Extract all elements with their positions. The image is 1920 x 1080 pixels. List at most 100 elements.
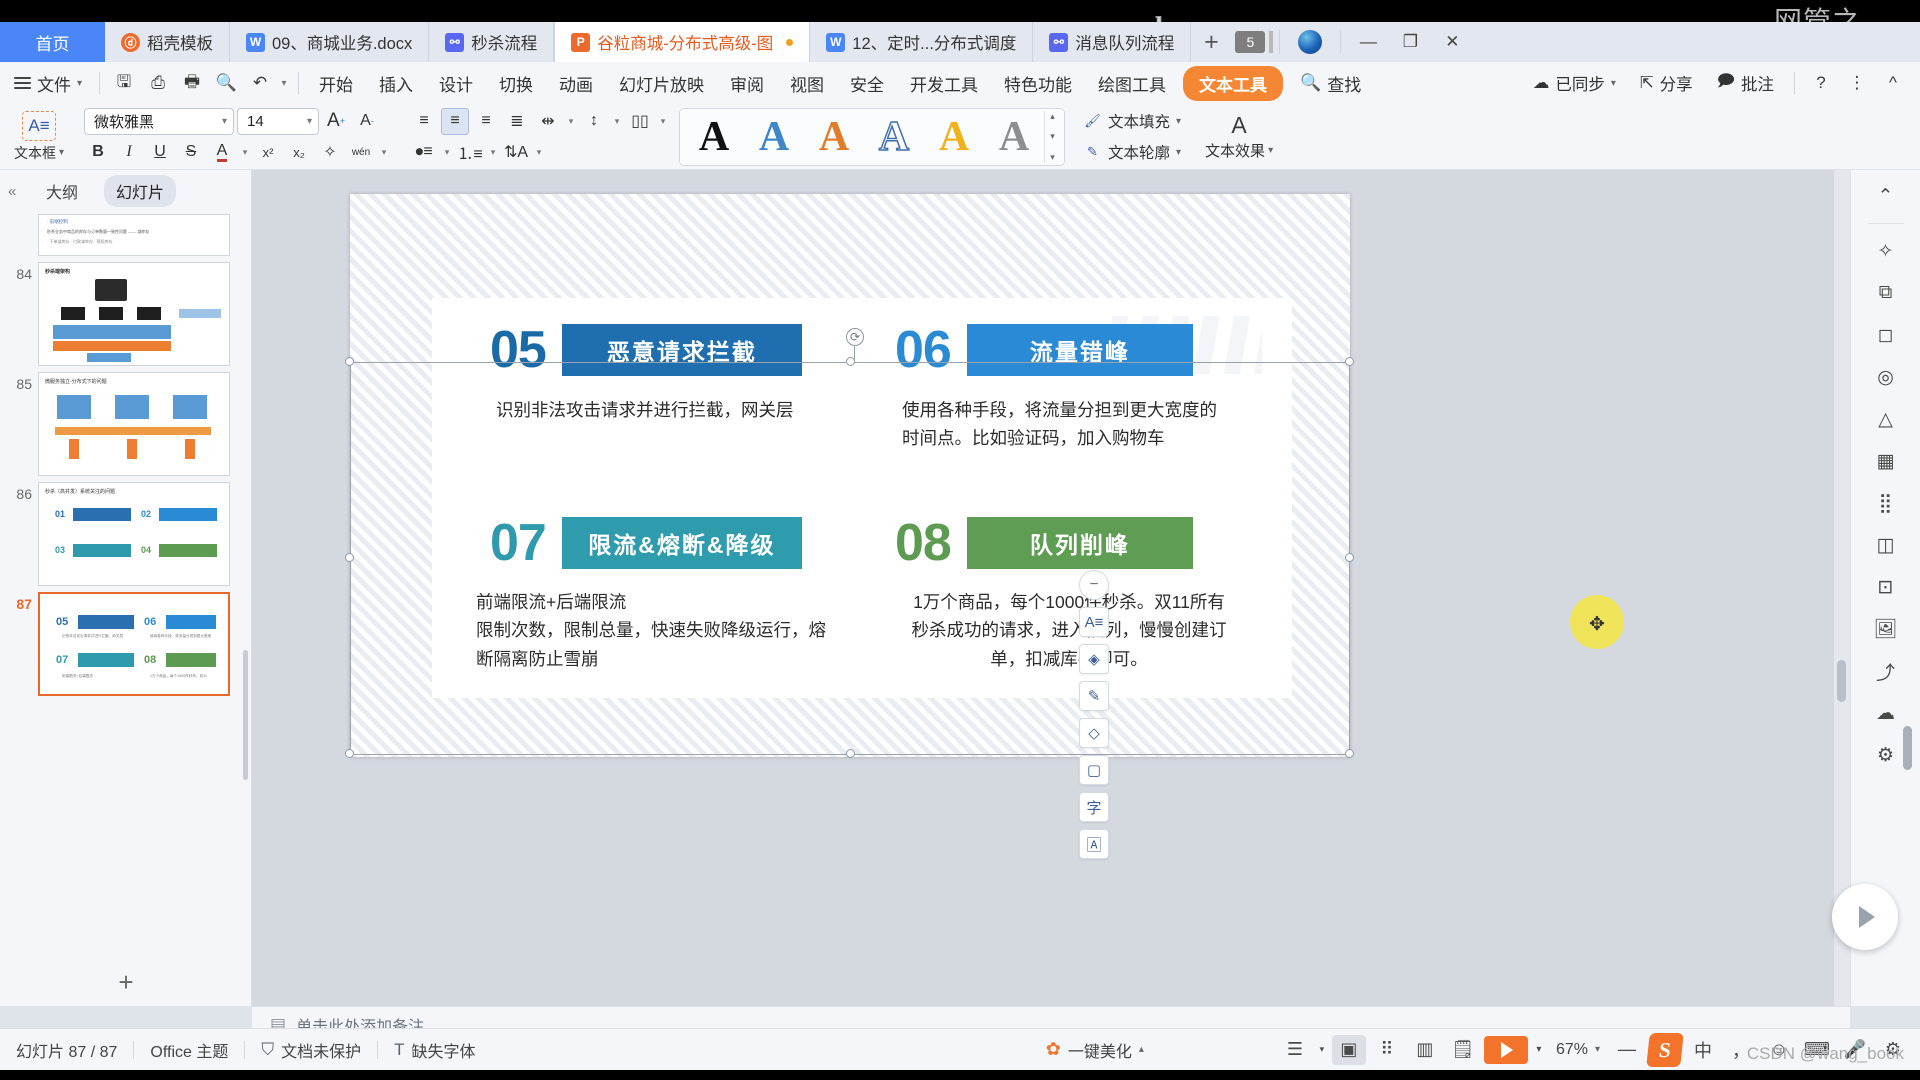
text-layout-icon[interactable]: A≡ (1079, 607, 1109, 637)
new-tab-button[interactable]: + (1191, 22, 1231, 62)
notes-view-icon[interactable]: 🗒 (1446, 1035, 1480, 1065)
gallery-expand-icon[interactable]: ▾ (1050, 152, 1055, 163)
bullet-list-dropdown[interactable]: ▾ (441, 139, 453, 166)
minimize-button[interactable]: — (1347, 22, 1389, 62)
cloud-sync-button[interactable]: ☁ 已同步 ▾ (1522, 66, 1627, 100)
settings-icon[interactable]: ⚙ (1864, 735, 1908, 775)
find-replace-icon[interactable]: 🔍 (209, 66, 243, 100)
block-08[interactable]: 08 队列削峰 (895, 513, 1193, 573)
media-icon[interactable]: ⊡ (1864, 567, 1908, 607)
distribute-icon[interactable]: ⇹ (534, 108, 562, 135)
thumbnail-preview[interactable]: · 前端控制 秒杀业务中商品的库存与订单数量一致性问题 —— 减库存 · 下单减… (38, 214, 230, 256)
menu-item-animation[interactable]: 动画 (546, 66, 606, 101)
thumbnail-preview[interactable]: 微服务独立-分布式下的问题 (38, 372, 230, 476)
block-title-bar[interactable]: 流量错峰 (967, 324, 1193, 376)
comment-button[interactable]: 🗩 批注 (1706, 64, 1785, 102)
avatar[interactable] (1298, 30, 1322, 54)
menu-item-drawing-tools[interactable]: 绘图工具 (1085, 66, 1179, 101)
sogou-ime-icon[interactable]: S (1646, 1033, 1684, 1067)
text-outline-button[interactable]: ✎ 文本轮廓 ▾ (1077, 139, 1187, 165)
decrease-font-size-button[interactable]: A- (353, 108, 381, 135)
block-title-bar[interactable]: 恶意请求拦截 (562, 324, 802, 376)
slide-sorter-icon[interactable]: ⠿ (1370, 1035, 1404, 1065)
menu-item-security[interactable]: 安全 (837, 66, 897, 101)
picture-frame-icon[interactable]: ⧉ (1864, 273, 1908, 313)
save-icon[interactable]: 🖫 (107, 66, 141, 100)
brush-icon[interactable]: ✎ (1079, 681, 1109, 711)
slide-editing-workspace[interactable]: 05 恶意请求拦截 识别非法攻击请求并进行拦截，网关层 06 流量错峰 使用各种… (252, 170, 1850, 1006)
bold-button[interactable]: B (84, 139, 112, 166)
block-title-bar[interactable]: 队列削峰 (967, 517, 1193, 569)
scroll-up-icon[interactable]: ▴ (1050, 111, 1055, 122)
tab-guli-mall-ppt[interactable]: P 谷粒商城-分布式高级-图 (554, 22, 810, 62)
wordart-style-5[interactable]: A (924, 110, 984, 164)
underline-button[interactable]: U (146, 139, 174, 166)
block-08-body[interactable]: 1万个商品，每个1000件秒杀。双11所有秒杀成功的请求，进入队列，慢慢创建订单… (910, 588, 1228, 673)
strikethrough-button[interactable]: S (177, 139, 205, 166)
line-spacing-icon[interactable]: ↕ (580, 108, 608, 135)
view-options-dropdown[interactable]: ▾ (1316, 1035, 1328, 1065)
undo-dropdown-icon[interactable]: ▾ (277, 66, 291, 100)
more-options-button[interactable]: ⋮ (1840, 66, 1874, 100)
numbered-list-dropdown[interactable]: ▾ (487, 139, 499, 166)
tab-home[interactable]: 首页 (0, 22, 105, 62)
slide-content-card[interactable]: 05 恶意请求拦截 识别非法攻击请求并进行拦截，网关层 06 流量错峰 使用各种… (432, 298, 1292, 698)
text-effects-button[interactable]: A 文本效果 ▾ (1205, 112, 1273, 161)
block-07-body[interactable]: 前端限流+后端限流 限制次数，限制总量，快速失败降级运行，熔断隔离防止雪崩 (476, 588, 836, 673)
share-export-icon[interactable]: ⤴ (1864, 651, 1908, 691)
tab-docer-template[interactable]: ⓓ 稻壳模板 (105, 22, 230, 62)
add-slide-button[interactable]: + (0, 967, 252, 998)
thumbnail-scrollbar[interactable] (243, 650, 248, 780)
wordart-style-1[interactable]: A (684, 110, 744, 164)
text-direction-icon[interactable]: ⇅A (502, 139, 530, 166)
document-protection-status[interactable]: ⛉ 文档未保护 (245, 1038, 377, 1062)
floating-object-toolbar[interactable]: − A≡ ◈ ✎ ◇ ▢ 字 🄰 (1079, 570, 1109, 859)
wordart-style-2[interactable]: A (744, 110, 804, 164)
clear-format-icon[interactable]: ✧ (316, 139, 344, 166)
menu-item-insert[interactable]: 插入 (366, 66, 426, 101)
undo-icon[interactable]: ↶ (243, 66, 277, 100)
zoom-out-button[interactable]: — (1610, 1035, 1644, 1065)
chart-bar-icon[interactable]: ◫ (1864, 525, 1908, 565)
block-title-bar[interactable]: 限流&熔断&降级 (562, 517, 802, 569)
tab-outline[interactable]: 大纲 (34, 175, 90, 207)
superscript-button[interactable]: x² (254, 139, 282, 166)
restore-button[interactable]: ❐ (1389, 22, 1431, 62)
font-color-dropdown[interactable]: ▾ (239, 139, 251, 166)
start-slideshow-button[interactable] (1484, 1036, 1528, 1064)
thumbnail-preview-selected[interactable]: 05 06 07 08 识别非法攻击请求并进行拦截，网关层 使用各种手段，将流量… (38, 592, 230, 696)
word-art-icon[interactable]: 字 (1079, 792, 1109, 822)
bullet-list-icon[interactable]: ⦁≡ (410, 139, 438, 166)
collapse-up-icon[interactable]: ⌃ (1864, 176, 1908, 216)
subscript-button[interactable]: x₂ (285, 139, 313, 166)
wordart-style-3[interactable]: A (804, 110, 864, 164)
tab-shangcheng-docx[interactable]: W 09、商城业务.docx (230, 22, 429, 62)
wordart-style-4[interactable]: A (864, 110, 924, 164)
reading-view-icon[interactable]: ▥ (1408, 1035, 1442, 1065)
list-item[interactable]: 84 秒杀端架构 (0, 256, 251, 366)
menu-item-start[interactable]: 开始 (306, 66, 366, 101)
numbered-list-icon[interactable]: ⒈≡ (456, 139, 484, 166)
tab-slides[interactable]: 幻灯片 (104, 175, 176, 207)
cloud-icon[interactable]: ☁ (1864, 693, 1908, 733)
help-button[interactable]: ? (1804, 66, 1838, 100)
tab-count-badge[interactable]: 5 (1235, 31, 1265, 53)
increase-font-size-button[interactable]: A+ (322, 108, 350, 135)
eraser-icon[interactable]: ◇ (1079, 718, 1109, 748)
distribute-dropdown[interactable]: ▾ (565, 108, 577, 135)
missing-font-status[interactable]: T 缺失字体 (378, 1038, 491, 1062)
view-options-icon[interactable]: ☰ (1278, 1035, 1312, 1065)
list-item-selected[interactable]: 87 05 06 07 08 识别非法攻击请求并进行拦截，网关层 使用各种手段，… (0, 586, 251, 696)
font-family-select[interactable]: 微软雅黑 ▾ (84, 108, 234, 135)
minus-icon[interactable]: − (1079, 570, 1109, 600)
close-button[interactable]: ✕ (1431, 22, 1473, 62)
shape-icon[interactable]: ▢ (1079, 755, 1109, 785)
theme-name[interactable]: Office 主题 (134, 1038, 244, 1062)
workspace-scrollbar-thumb[interactable] (1837, 660, 1846, 702)
italic-button[interactable]: I (115, 139, 143, 166)
scroll-down-icon[interactable]: ▾ (1050, 131, 1055, 142)
text-fill-button[interactable]: 🖌 文本填充 ▾ (1077, 108, 1187, 134)
chart-triangle-icon[interactable]: △ (1864, 399, 1908, 439)
wordart-style-6[interactable]: A (984, 110, 1044, 164)
file-menu-button[interactable]: 文件 ▾ (0, 71, 92, 96)
